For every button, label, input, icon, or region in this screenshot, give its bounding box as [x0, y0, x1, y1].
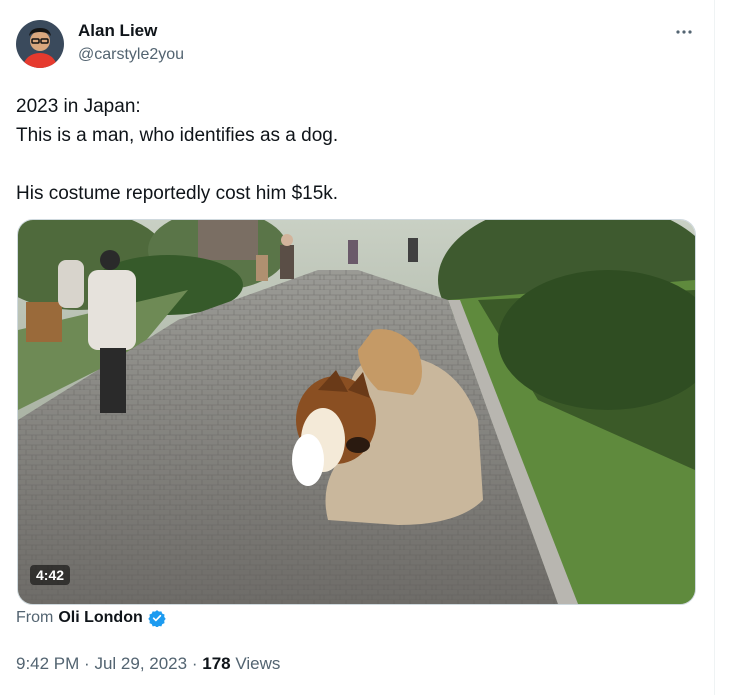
tweet-time[interactable]: 9:42 PM	[16, 654, 79, 673]
person-avatar-icon	[16, 20, 64, 68]
more-horizontal-icon	[676, 30, 692, 34]
column-divider	[714, 0, 715, 695]
meta-separator: ·	[191, 654, 198, 673]
verified-badge-icon	[148, 610, 166, 627]
tweet-line: His costume reportedly cost him $15k.	[16, 183, 339, 204]
video-thumbnail	[18, 220, 695, 604]
tweet-date[interactable]: Jul 29, 2023	[94, 654, 187, 673]
author-name[interactable]: Alan Liew	[78, 21, 157, 41]
more-options-button[interactable]	[668, 18, 700, 46]
tweet-line: 2023 in Japan:	[16, 96, 141, 117]
meta-separator: ·	[84, 654, 90, 673]
video-player[interactable]	[17, 219, 696, 605]
views-count: 178	[202, 654, 231, 673]
views-label: Views	[235, 654, 281, 673]
author-handle[interactable]: @carstyle2you	[78, 46, 184, 64]
video-attribution: From Oli London	[16, 609, 166, 627]
attribution-prefix: From	[16, 609, 54, 626]
tweet-meta: 9:42 PM · Jul 29, 2023 · 178 Views	[16, 654, 280, 674]
tweet-line: This is a man, who identifies as a dog.	[16, 125, 339, 146]
author-avatar[interactable]	[16, 20, 64, 68]
attribution-source-link[interactable]: Oli London	[58, 609, 142, 627]
tweet-text: 2023 in Japan: This is a man, who identi…	[16, 92, 696, 208]
video-duration: 4:42	[30, 565, 71, 585]
